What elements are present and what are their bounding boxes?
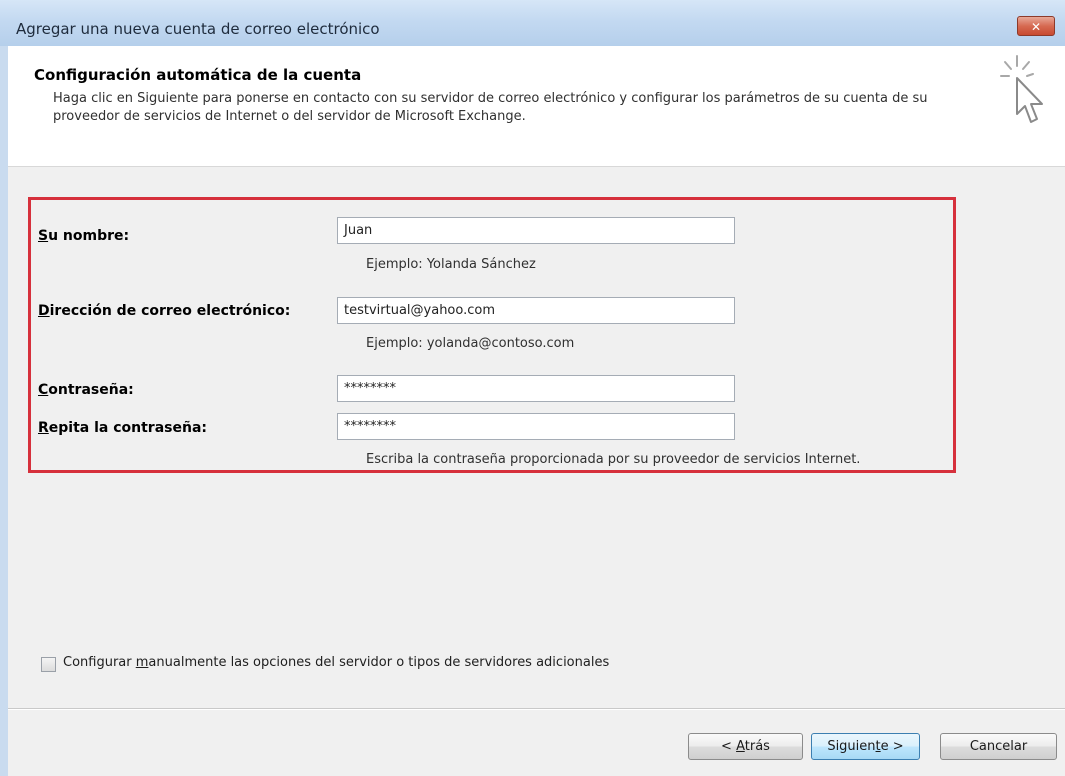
name-label: Su nombre: [38, 228, 130, 244]
next-button[interactable]: Siguiente > [811, 733, 920, 760]
repeat-password-field[interactable]: ******** [337, 413, 735, 440]
manual-config-label[interactable]: Configurar manualmente las opciones del … [63, 655, 609, 670]
email-label: Dirección de correo electrónico: [38, 303, 291, 319]
repeat-password-label: Repita la contraseña: [38, 420, 207, 436]
header-title: Configuración automática de la cuenta [34, 66, 362, 84]
close-button[interactable]: ✕ [1017, 16, 1055, 36]
window-left-border [0, 46, 8, 776]
email-field[interactable]: testvirtual@yahoo.com [337, 297, 735, 324]
title-bar: Agregar una nueva cuenta de correo elect… [0, 0, 1065, 47]
name-hint: Ejemplo: Yolanda Sánchez [366, 257, 536, 272]
password-field[interactable]: ******** [337, 375, 735, 402]
back-button[interactable]: < Atrás [688, 733, 803, 760]
window-title: Agregar una nueva cuenta de correo elect… [16, 20, 380, 38]
password-hint: Escriba la contraseña proporcionada por … [366, 452, 861, 467]
close-icon: ✕ [1030, 20, 1042, 34]
footer-divider [8, 708, 1065, 710]
wizard-cursor-icon [1000, 55, 1043, 123]
header-description: Haga clic en Siguiente para ponerse en c… [53, 91, 928, 124]
wizard-header: Configuración automática de la cuenta Ha… [8, 46, 1065, 167]
add-account-dialog: Agregar una nueva cuenta de correo elect… [0, 0, 1065, 776]
cancel-button[interactable]: Cancelar [940, 733, 1057, 760]
password-label: Contraseña: [38, 382, 134, 398]
email-hint: Ejemplo: yolanda@contoso.com [366, 336, 575, 351]
manual-config-checkbox[interactable] [41, 657, 56, 672]
name-field[interactable]: Juan [337, 217, 735, 244]
